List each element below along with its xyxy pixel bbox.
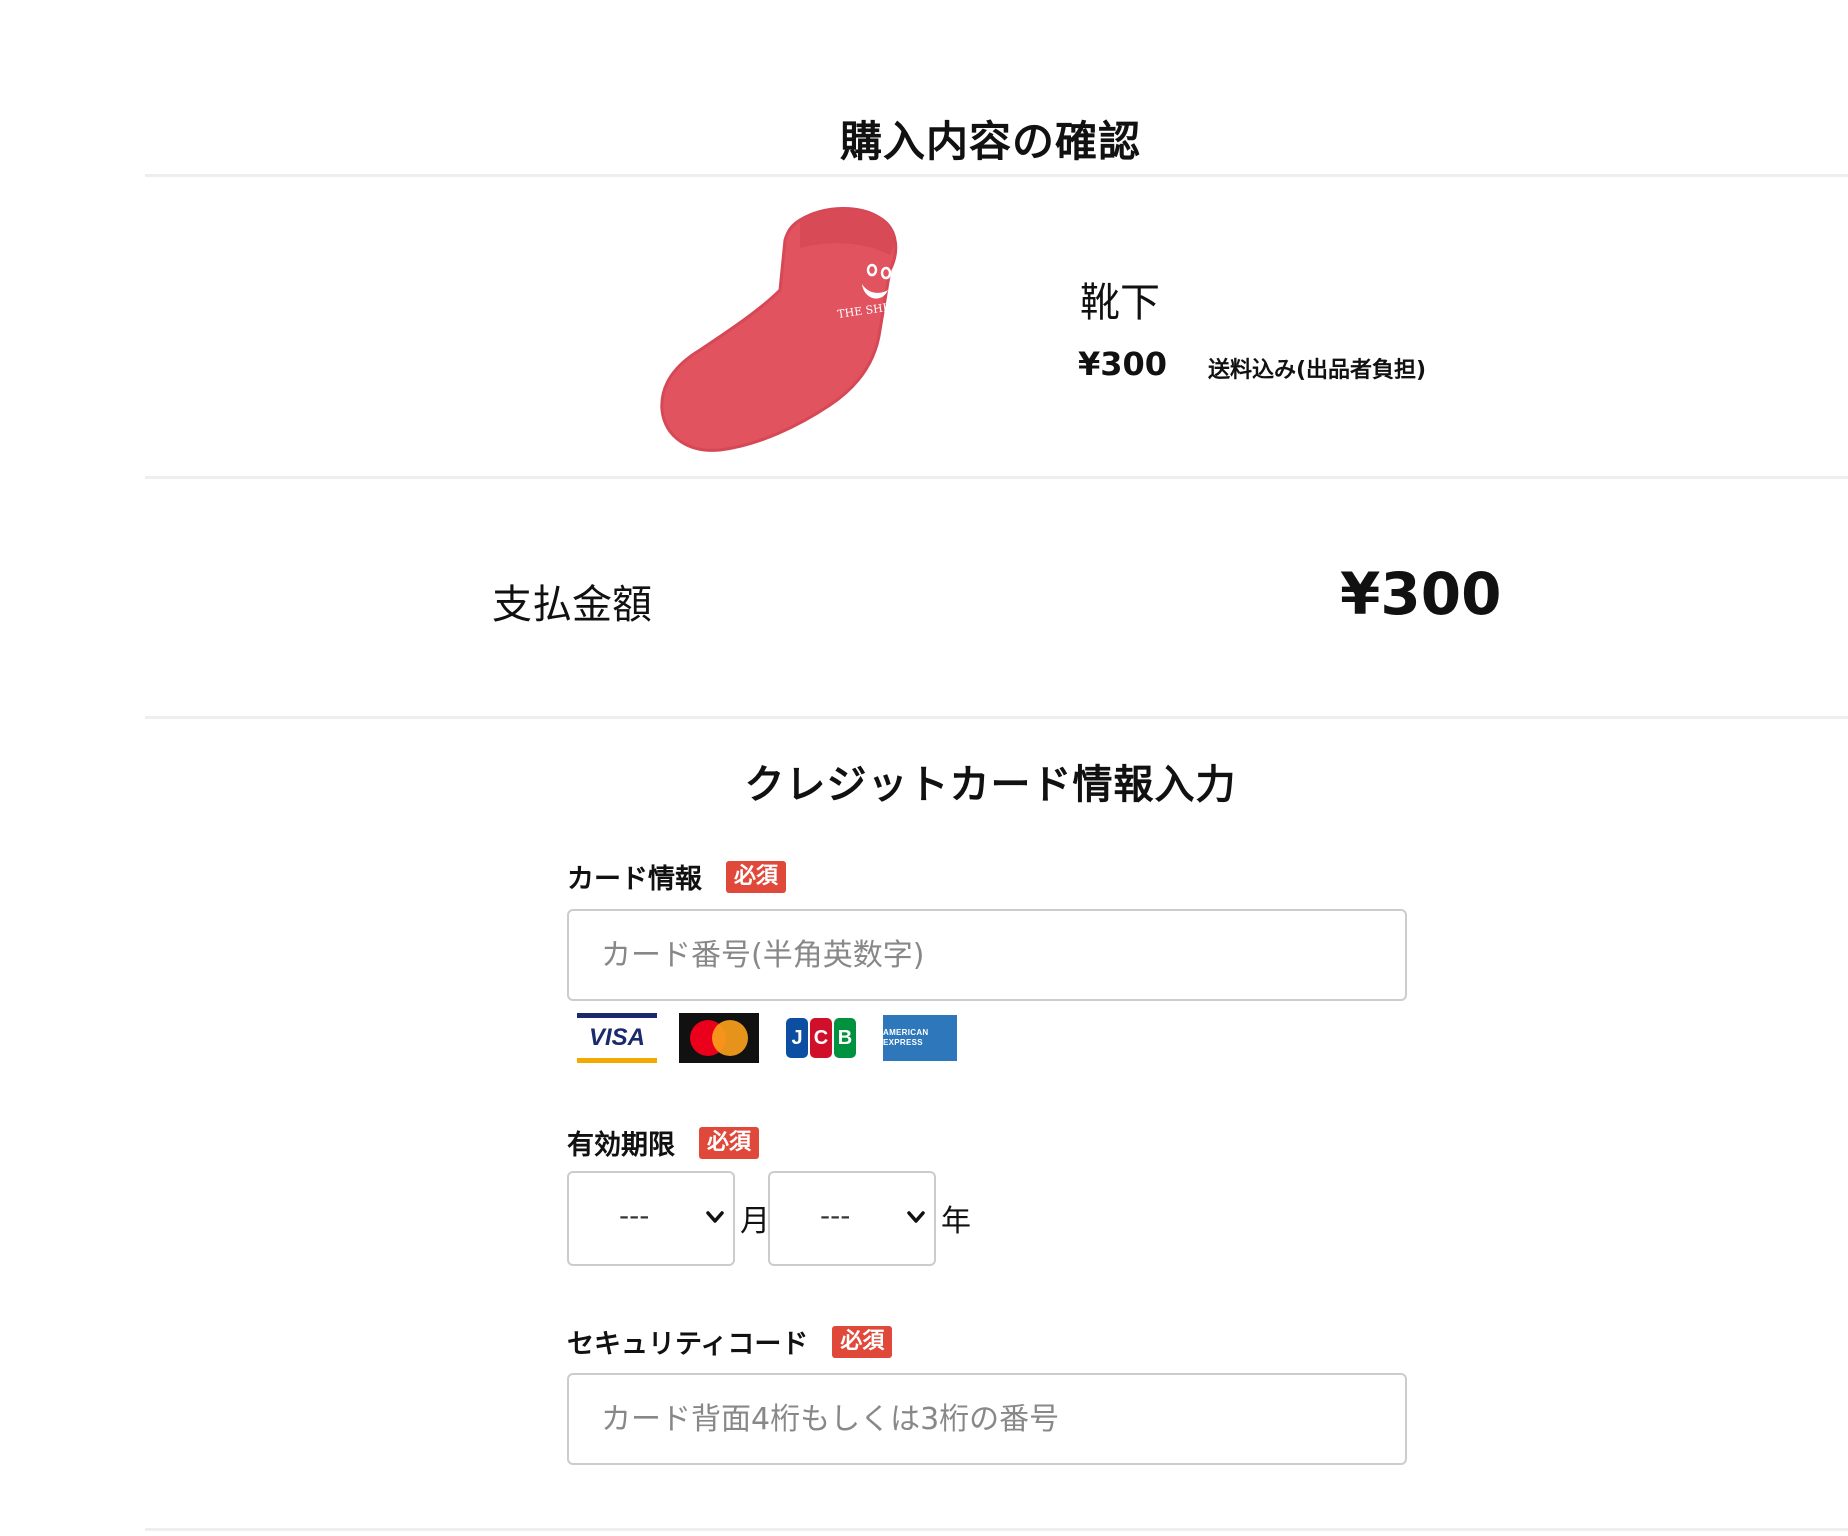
expiry-year-unit: 年 (941, 1204, 971, 1239)
shipping-note: 送料込み(出品者負担) (1208, 358, 1427, 383)
mastercard-orange-circle (712, 1020, 748, 1056)
purchase-confirmation-page: 購入内容の確認 THE SHIRT ROOM 靴下 ¥300 送料込み(出品者負… (0, 0, 1848, 1536)
expiry-month-unit: 月 (740, 1204, 770, 1239)
security-code-input[interactable] (567, 1373, 1407, 1465)
total-label: 支払金額 (492, 582, 652, 628)
security-code-label: セキュリティコード 必須 (567, 1322, 893, 1361)
divider (145, 476, 1848, 479)
expiry-month-value: --- (619, 1199, 650, 1232)
card-brand-logos: VISA J C B AMERICAN EXPRESS (577, 1013, 957, 1063)
expiry-label-text: 有効期限 (567, 1130, 675, 1161)
card-info-label: カード情報 必須 (567, 857, 787, 896)
divider (145, 1528, 1848, 1531)
amex-logo-text: AMERICAN EXPRESS (883, 1028, 929, 1047)
expiry-year-value: --- (820, 1199, 851, 1232)
visa-logo-icon: VISA (577, 1013, 657, 1063)
required-badge: 必須 (832, 1325, 893, 1358)
mastercard-logo-icon (679, 1013, 759, 1063)
jcb-letter-b: B (834, 1018, 856, 1058)
card-number-input[interactable] (567, 909, 1407, 1001)
jcb-letter-c: C (810, 1018, 832, 1058)
credit-card-section-title: クレジットカード情報入力 (744, 762, 1237, 808)
required-badge: 必須 (699, 1126, 760, 1159)
total-value: ¥300 (1340, 560, 1502, 628)
amex-logo-icon: AMERICAN EXPRESS (883, 1015, 957, 1061)
product-price: ¥300 (1078, 345, 1168, 383)
jcb-letter-j: J (786, 1018, 808, 1058)
security-code-label-text: セキュリティコード (567, 1329, 809, 1360)
required-badge: 必須 (726, 860, 787, 893)
chevron-down-icon (706, 1211, 724, 1223)
visa-logo-text: VISA (588, 1024, 645, 1051)
divider (145, 174, 1848, 177)
divider (145, 716, 1848, 719)
expiry-month-select[interactable]: --- (567, 1171, 735, 1266)
jcb-logo-icon: J C B (781, 1013, 861, 1063)
chevron-down-icon (907, 1211, 925, 1223)
expiry-year-select[interactable]: --- (768, 1171, 936, 1266)
product-name: 靴下 (1080, 280, 1160, 326)
card-info-label-text: カード情報 (567, 864, 702, 895)
product-image: THE SHIRT ROOM (660, 207, 930, 452)
expiry-label: 有効期限 必須 (567, 1123, 760, 1162)
page-title: 購入内容の確認 (839, 117, 1141, 166)
